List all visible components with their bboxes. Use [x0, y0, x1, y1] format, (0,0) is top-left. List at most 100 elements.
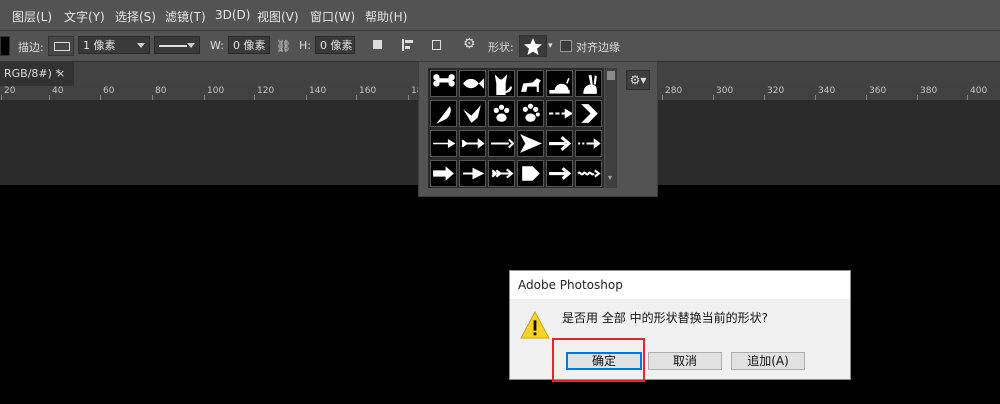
shape-cell-arrow-wavy[interactable] — [575, 160, 602, 187]
shape-cell-paw-print[interactable] — [517, 100, 544, 127]
ruler-tick — [100, 95, 101, 100]
ruler-tick-label: 380 — [920, 86, 938, 96]
arrow-head-icon — [463, 167, 485, 180]
width-label: W: — [210, 39, 224, 52]
shape-cell-cat[interactable] — [488, 70, 515, 97]
ruler-tick-label: 320 — [767, 86, 785, 96]
shape-cell-arrow-head[interactable] — [459, 160, 486, 187]
shape-cell-fish[interactable] — [459, 70, 486, 97]
arrow-dash-tail-icon — [578, 138, 601, 149]
stroke-width-field[interactable]: 1 像素 — [78, 36, 150, 54]
snail-icon — [549, 78, 570, 94]
stroke-label: 描边: — [18, 41, 44, 54]
menu-filter[interactable]: 滤镜(T) — [165, 8, 206, 25]
arrow-block-icon — [433, 166, 454, 181]
ruler-tick — [815, 95, 816, 100]
shape-cell-arrow-plain[interactable] — [546, 160, 573, 187]
cancel-button[interactable]: 取消 — [648, 352, 722, 370]
ruler-tick-label: 40 — [52, 86, 64, 96]
options-bar: 描边: 1 像素 W: 0 像素 ⛓ H: 0 像素 ⚙ 形状: ▾ 对齐边缘 — [0, 31, 1000, 62]
ruler-tick — [917, 95, 918, 100]
shape-cell-snail[interactable] — [546, 70, 573, 97]
shape-cell-dog[interactable] — [517, 70, 544, 97]
shape-label: 形状: — [488, 41, 514, 54]
picker-scrollbar[interactable]: ▾ — [605, 68, 617, 188]
shape-cell-arrow-dash-tail[interactable] — [575, 130, 602, 157]
align-edges-checkbox[interactable] — [560, 40, 572, 52]
scroll-down-icon[interactable]: ▾ — [608, 173, 612, 182]
shape-cell-feather[interactable] — [430, 100, 457, 127]
arrow-pentagon-icon — [522, 166, 540, 181]
shape-cell-rabbit[interactable] — [575, 70, 602, 97]
bone-icon — [433, 74, 455, 87]
menu-window[interactable]: 窗口(W) — [310, 8, 355, 25]
ruler-tick — [713, 95, 714, 100]
shape-picker-panel: ▾ ⚙▾ — [418, 61, 658, 197]
shape-cell-arrow-block[interactable] — [430, 160, 457, 187]
ruler-tick-label: 360 — [869, 86, 887, 96]
ruler-tick-label: 400 — [970, 86, 988, 96]
fill-swatch[interactable] — [0, 36, 10, 56]
menu-3d[interactable]: 3D(D) — [215, 8, 250, 22]
ruler-tick-label: 60 — [103, 86, 115, 96]
document-tab-label: RGB/8#) * — [4, 67, 61, 80]
shape-cell-arrow-feathered[interactable] — [459, 130, 486, 157]
warning-icon — [520, 311, 550, 339]
menu-view[interactable]: 视图(V) — [257, 8, 299, 25]
bird-icon — [463, 105, 481, 123]
path-ops-button[interactable] — [368, 36, 388, 56]
shape-cell-chevron-right[interactable] — [575, 100, 602, 127]
ruler-tick-label: 100 — [207, 86, 225, 96]
shape-cell-bone[interactable] — [430, 70, 457, 97]
paw-print-icon — [522, 103, 540, 122]
menu-select[interactable]: 选择(S) — [115, 8, 156, 25]
ruler-tick-label: 20 — [4, 86, 16, 96]
ruler-tick — [662, 95, 663, 100]
document-tab[interactable]: RGB/8#) * × — [0, 62, 74, 86]
chevron-down-icon[interactable]: ▾ — [548, 41, 553, 51]
path-arrange-button[interactable] — [427, 36, 447, 56]
append-button[interactable]: 追加(A) — [731, 352, 805, 370]
ruler-tick-label: 340 — [818, 86, 836, 96]
stroke-type-button[interactable] — [48, 36, 74, 56]
fish-icon — [463, 78, 484, 89]
shape-picker-button[interactable] — [519, 35, 547, 57]
shape-cell-arrow-thin[interactable] — [430, 130, 457, 157]
path-align-button[interactable] — [398, 36, 418, 56]
shape-cell-arrow-line[interactable] — [488, 130, 515, 157]
shape-cell-arrow-barbed[interactable] — [488, 160, 515, 187]
ruler-tick-label: 300 — [716, 86, 734, 96]
shape-cell-bird[interactable] — [459, 100, 486, 127]
height-field[interactable]: 0 像素 — [315, 36, 355, 54]
arrow-feathered-icon — [461, 138, 485, 149]
ruler-tick-label: 280 — [665, 86, 683, 96]
gear-icon[interactable]: ⚙ — [463, 36, 476, 52]
shape-cell-arrow-dashed[interactable] — [546, 100, 573, 127]
shape-cell-paw[interactable] — [488, 100, 515, 127]
picker-scroll-thumb[interactable] — [607, 71, 615, 80]
ruler-tick-label: 120 — [257, 86, 275, 96]
link-icon[interactable]: ⛓ — [276, 39, 291, 53]
dialog-message: 是否用 全部 中的形状替换当前的形状? — [562, 311, 768, 325]
ruler-tick — [306, 95, 307, 100]
star-icon — [524, 38, 542, 55]
paw-icon — [493, 104, 510, 122]
arrow-barbed-icon — [491, 168, 514, 179]
shape-cell-arrow-pentagon[interactable] — [517, 160, 544, 187]
menu-layer[interactable]: 图层(L) — [12, 8, 52, 25]
shape-grid — [428, 68, 604, 188]
menu-help[interactable]: 帮助(H) — [365, 8, 407, 25]
ruler-tick — [204, 95, 205, 100]
height-label: H: — [299, 39, 311, 52]
ruler-tick — [254, 95, 255, 100]
menu-type[interactable]: 文字(Y) — [64, 8, 105, 25]
ruler-tick-label: 80 — [155, 86, 167, 96]
shape-cell-arrow-wedge[interactable] — [517, 130, 544, 157]
width-field[interactable]: 0 像素 — [228, 36, 270, 54]
picker-settings-icon[interactable]: ⚙▾ — [626, 70, 650, 90]
ruler-tick — [356, 95, 357, 100]
shape-cell-arrow-bold[interactable] — [546, 130, 573, 157]
arrow-plain-icon — [549, 167, 572, 180]
stroke-style-dropdown[interactable] — [154, 36, 200, 54]
close-icon[interactable]: × — [56, 62, 65, 86]
